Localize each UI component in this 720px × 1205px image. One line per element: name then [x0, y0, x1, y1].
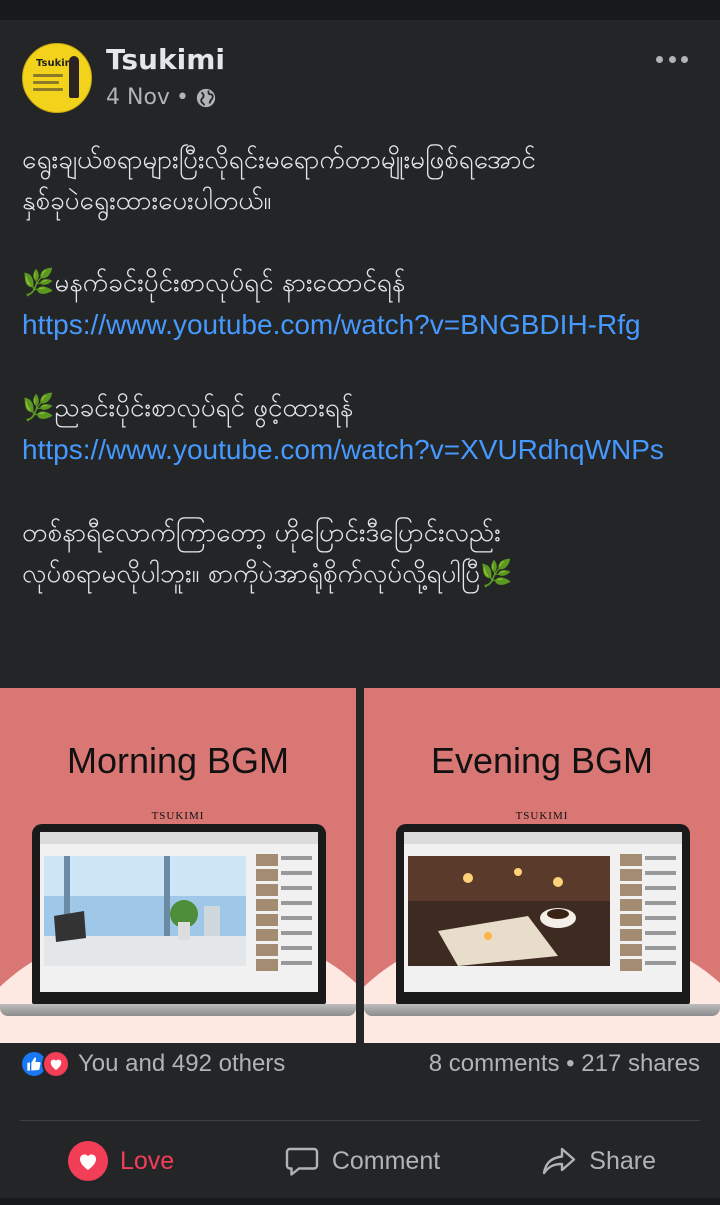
youtube-link-evening[interactable]: https://www.youtube.com/watch?v=XVURdhqW… — [22, 434, 664, 465]
post-images: Morning BGM TSUKIMI Evening BGM TSUKIMI — [0, 688, 720, 1043]
leaf-emoji-icon: 🌿 — [22, 393, 55, 423]
video-sidebar — [620, 854, 676, 974]
avatar[interactable]: Tsukimi — [22, 43, 92, 113]
post-meta: 4 Nov • — [106, 85, 217, 110]
shares-count[interactable]: 217 shares — [581, 1050, 700, 1077]
leaf-emoji-icon: 🌿 — [22, 268, 55, 298]
more-horizontal-icon[interactable] — [656, 51, 688, 67]
share-button[interactable]: Share — [460, 1143, 720, 1179]
comments-count[interactable]: 8 comments — [429, 1050, 560, 1077]
love-label: Love — [120, 1146, 175, 1175]
engagement-counts: 8 comments • 217 shares — [429, 1050, 700, 1078]
avatar-decoration — [33, 74, 63, 77]
browser-bar — [40, 832, 318, 844]
section-evening-label: 🌿ညခင်းပိုင်းစာလုပ်ရင် ဖွင့်ထားရန် — [22, 388, 698, 429]
post-header: Tsukimi Tsukimi 4 Nov • — [22, 43, 702, 113]
youtube-link-morning[interactable]: https://www.youtube.com/watch?v=BNGBDIH-… — [22, 309, 641, 340]
section-morning-label: 🌿မနက်ခင်းပိုင်းစာလုပ်ရင် နားထောင်ရန် — [22, 263, 698, 304]
meta-separator: • — [175, 85, 189, 110]
image-heading: Morning BGM — [66, 740, 290, 781]
top-status-strip — [0, 0, 720, 20]
image-evening-bgm[interactable]: Evening BGM TSUKIMI — [364, 688, 720, 1043]
video-sidebar — [256, 854, 312, 974]
post-actions: Love Comment Share — [0, 1126, 720, 1196]
avatar-person-figure — [69, 56, 79, 98]
text-line: ရွေးချယ်စရာများပြီးလိုရင်းမရောက်တာမျိုးမ… — [22, 145, 536, 175]
share-icon — [543, 1147, 576, 1175]
text-line: တစ်နာရီလောက်ကြာတော့ ဟိုပြောင်းဒီပြောင်းလ… — [22, 518, 501, 548]
video-thumbnail-evening — [408, 856, 610, 966]
stats-separator: • — [566, 1050, 575, 1077]
avatar-decoration — [33, 88, 63, 91]
love-icon — [68, 1141, 108, 1181]
post-date[interactable]: 4 Nov — [106, 85, 170, 110]
comment-icon — [285, 1147, 319, 1176]
laptop-illustration — [32, 824, 326, 1004]
leaf-emoji-icon: 🌿 — [479, 559, 513, 589]
laptop-illustration — [396, 824, 690, 1004]
comment-button[interactable]: Comment — [264, 1143, 460, 1179]
bottom-strip — [0, 1198, 720, 1205]
section-label-text: ညခင်းပိုင်းစာလုပ်ရင် ဖွင့်ထားရန် — [54, 393, 354, 423]
avatar-decoration — [33, 81, 59, 84]
text-line: နှစ်ခုပဲရွေးထားပေးပါတယ်။ — [22, 186, 272, 216]
laptop-screen — [40, 832, 318, 992]
reaction-summary: You and 492 others 8 comments • 217 shar… — [20, 1044, 700, 1084]
laptop-base — [364, 1004, 720, 1016]
section-label-text: မနက်ခင်းပိုင်းစာလုပ်ရင် နားထောင်ရန် — [54, 268, 406, 298]
divider — [20, 1120, 700, 1121]
image-brand: TSUKIMI — [151, 810, 205, 822]
comment-label: Comment — [331, 1146, 441, 1175]
browser-bar — [404, 832, 682, 844]
share-label: Share — [589, 1146, 656, 1175]
video-thumbnail-morning — [44, 856, 246, 966]
love-button[interactable]: Love — [0, 1141, 264, 1181]
post-card: Tsukimi Tsukimi 4 Nov • ရွေးချယ်စရာများပ… — [0, 20, 720, 1198]
reaction-count[interactable]: You and 492 others — [20, 1050, 285, 1078]
love-reaction-icon — [42, 1050, 70, 1078]
reaction-icons — [20, 1050, 70, 1078]
globe-icon — [196, 88, 216, 107]
laptop-base — [0, 1004, 356, 1016]
image-brand: TSUKIMI — [515, 810, 569, 822]
image-heading: Evening BGM — [430, 740, 654, 781]
image-morning-bgm[interactable]: Morning BGM TSUKIMI — [0, 688, 356, 1043]
author-name[interactable]: Tsukimi — [106, 43, 225, 76]
reactions-text: You and 492 others — [78, 1050, 286, 1077]
text-line: လုပ်စရာမလိုပါဘူး။ စာကိုပဲအာရုံစိုက်လုပ်လ… — [22, 554, 698, 595]
post-text: ရွေးချယ်စရာများပြီးလိုရင်းမရောက်တာမျိုးမ… — [22, 140, 698, 595]
closing-text: လုပ်စရာမလိုပါဘူး။ စာကိုပဲအာရုံစိုက်လုပ်လ… — [22, 559, 480, 589]
laptop-screen — [404, 832, 682, 992]
